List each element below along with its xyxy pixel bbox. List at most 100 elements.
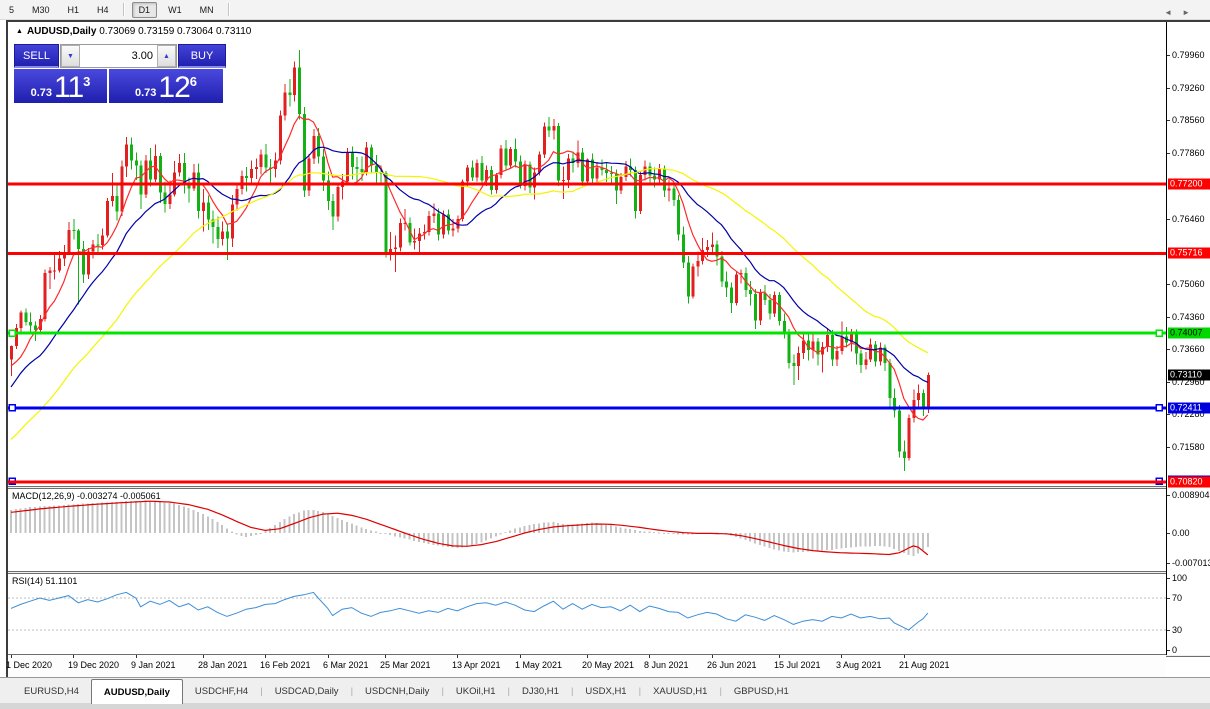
chart-title: ▲AUDUSD,Daily 0.73069 0.73159 0.73064 0.… bbox=[16, 26, 251, 37]
date-tick-mark bbox=[11, 655, 12, 658]
price-axis[interactable]: 0.799600.792600.785600.778600.764600.750… bbox=[1166, 22, 1210, 655]
price-tick-mark bbox=[1167, 88, 1170, 89]
collapse-triangle-icon[interactable]: ▲ bbox=[16, 28, 23, 35]
buy-price-big: 12 bbox=[158, 75, 189, 101]
date-label: 9 Jan 2021 bbox=[131, 660, 176, 670]
toolbar-separator bbox=[228, 3, 230, 16]
chart-tab-dj30[interactable]: DJ30,H1 bbox=[510, 678, 571, 704]
date-label: 26 Jun 2021 bbox=[707, 660, 757, 670]
price-tick-mark bbox=[1167, 382, 1170, 383]
horizontal-level-line bbox=[8, 332, 1166, 335]
volume-decrease-button[interactable]: ▼ bbox=[61, 45, 80, 67]
rsi-axis-label: 70 bbox=[1172, 593, 1182, 603]
macd-axis-label: -0.007013 bbox=[1172, 558, 1210, 568]
macd-signal-line bbox=[11, 501, 928, 555]
price-tick-mark bbox=[1167, 447, 1170, 448]
price-tick-label: 0.78560 bbox=[1172, 115, 1205, 125]
macd-tick-mark bbox=[1167, 563, 1170, 564]
date-tick-mark bbox=[712, 655, 713, 658]
price-tick-mark bbox=[1167, 349, 1170, 350]
date-tick-mark bbox=[203, 655, 204, 658]
buy-price-button[interactable]: 0.73 12 6 bbox=[109, 69, 223, 103]
date-tick-mark bbox=[587, 655, 588, 658]
chart-tab-gbpusd[interactable]: GBPUSD,H1 bbox=[722, 678, 801, 704]
macd-canvas[interactable] bbox=[8, 489, 1166, 571]
chart-tab-usdchf[interactable]: USDCHF,H4 bbox=[183, 678, 260, 704]
tab-scroll-left-icon[interactable]: ◄ bbox=[1164, 8, 1182, 17]
date-label: 3 Aug 2021 bbox=[836, 660, 882, 670]
price-tick-mark bbox=[1167, 120, 1170, 121]
sell-price-button[interactable]: 0.73 11 3 bbox=[14, 69, 107, 103]
chart-tab-xauusd[interactable]: XAUUSD,H1 bbox=[641, 678, 719, 704]
chart-tab-eurusd[interactable]: EURUSD,H4 bbox=[12, 678, 91, 704]
macd-tick-mark bbox=[1167, 495, 1170, 496]
timeframe-button-5[interactable]: 5 bbox=[2, 2, 21, 18]
date-tick-mark bbox=[136, 655, 137, 658]
macd-axis-label: 0.00 bbox=[1172, 528, 1190, 538]
timeframe-button-d1[interactable]: D1 bbox=[132, 2, 158, 18]
rsi-axis-label: 100 bbox=[1172, 573, 1187, 583]
timeframe-button-mn[interactable]: MN bbox=[193, 2, 221, 18]
date-tick-mark bbox=[649, 655, 650, 658]
timeframe-toolbar: 5M30H1H4 D1W1MN bbox=[0, 0, 1210, 20]
timeframe-button-m30[interactable]: M30 bbox=[25, 2, 57, 18]
rsi-axis-label: 30 bbox=[1172, 625, 1182, 635]
date-label: 16 Feb 2021 bbox=[260, 660, 311, 670]
price-tick-label: 0.74360 bbox=[1172, 312, 1205, 322]
buy-price-sup: 6 bbox=[190, 76, 197, 88]
volume-stepper: ▼ ▲ bbox=[60, 44, 177, 68]
price-tick-label: 0.73660 bbox=[1172, 344, 1205, 354]
chart-tab-ukoil[interactable]: UKOil,H1 bbox=[444, 678, 508, 704]
date-tick-mark bbox=[841, 655, 842, 658]
price-tick-label: 0.79260 bbox=[1172, 83, 1205, 93]
sell-button[interactable]: SELL bbox=[14, 44, 59, 68]
rsi-label: RSI(14) 51.1101 bbox=[12, 576, 77, 586]
rsi-tick-mark bbox=[1167, 578, 1170, 579]
date-tick-mark bbox=[520, 655, 521, 658]
date-label: 19 Dec 2020 bbox=[68, 660, 119, 670]
buy-button[interactable]: BUY bbox=[178, 44, 226, 68]
date-label: 20 May 2021 bbox=[582, 660, 634, 670]
price-tick-label: 0.75060 bbox=[1172, 279, 1205, 289]
price-level-badge: 0.74007 bbox=[1168, 328, 1210, 339]
price-level-badge: 0.77200 bbox=[1168, 179, 1210, 190]
rsi-canvas[interactable] bbox=[8, 574, 1166, 654]
chart-window: ▲AUDUSD,Daily 0.73069 0.73159 0.73064 0.… bbox=[6, 20, 1210, 677]
date-label: 25 Mar 2021 bbox=[380, 660, 431, 670]
timeframe-button-w1[interactable]: W1 bbox=[161, 2, 189, 18]
rsi-axis-label: 0 bbox=[1172, 645, 1177, 655]
tab-scroll-right-icon[interactable]: ► bbox=[1182, 8, 1200, 17]
price-tick-mark bbox=[1167, 284, 1170, 285]
chart-ohlc-values: 0.73069 0.73159 0.73064 0.73110 bbox=[99, 26, 251, 37]
volume-increase-button[interactable]: ▲ bbox=[157, 45, 176, 67]
chart-tab-usdx[interactable]: USDX,H1 bbox=[573, 678, 638, 704]
macd-pane[interactable]: MACD(12,26,9) -0.003274 -0.005061 bbox=[8, 489, 1166, 571]
rsi-tick-mark bbox=[1167, 598, 1170, 599]
current-price-badge: 0.73110 bbox=[1168, 370, 1210, 381]
date-tick-mark bbox=[779, 655, 780, 658]
buy-price-prefix: 0.73 bbox=[135, 85, 156, 101]
price-tick-mark bbox=[1167, 55, 1170, 56]
volume-input[interactable] bbox=[80, 45, 157, 67]
rsi-tick-mark bbox=[1167, 630, 1170, 631]
time-axis[interactable]: 1 Dec 202019 Dec 20209 Jan 202128 Jan 20… bbox=[8, 655, 1166, 677]
price-tick-mark bbox=[1167, 317, 1170, 318]
horizontal-level-line bbox=[8, 182, 1166, 185]
price-tick-mark bbox=[1167, 414, 1170, 415]
price-tick-label: 0.71580 bbox=[1172, 442, 1205, 452]
chart-tab-audusd[interactable]: AUDUSD,Daily bbox=[91, 679, 183, 704]
date-tick-mark bbox=[73, 655, 74, 658]
chart-tab-usdcad[interactable]: USDCAD,Daily bbox=[263, 678, 351, 704]
date-label: 28 Jan 2021 bbox=[198, 660, 248, 670]
rsi-pane[interactable]: RSI(14) 51.1101 bbox=[8, 574, 1166, 654]
timeframe-button-h1[interactable]: H1 bbox=[61, 2, 87, 18]
price-level-badge: 0.70820 bbox=[1168, 477, 1210, 488]
price-tick-label: 0.76460 bbox=[1172, 214, 1205, 224]
horizontal-level-line bbox=[8, 406, 1166, 409]
date-label: 6 Mar 2021 bbox=[323, 660, 369, 670]
date-tick-mark bbox=[904, 655, 905, 658]
chart-tab-usdcnh[interactable]: USDCNH,Daily bbox=[353, 678, 441, 704]
one-click-trade-panel: SELL ▼ ▲ BUY 0.73 11 3 0.73 12 6 bbox=[14, 44, 226, 103]
timeframe-button-h4[interactable]: H4 bbox=[90, 2, 116, 18]
horizontal-level-line bbox=[8, 252, 1166, 255]
